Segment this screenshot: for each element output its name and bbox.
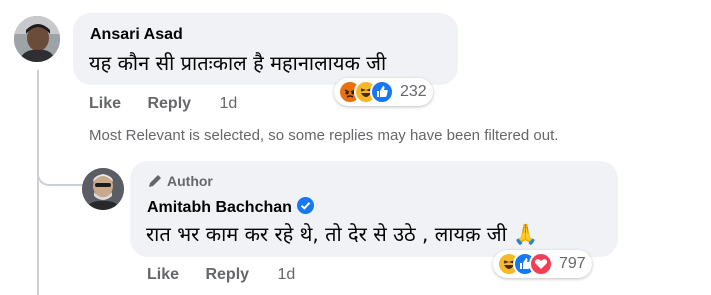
reply-reaction-count: 797 — [559, 255, 586, 272]
reply-actions: Like Reply 1d — [147, 266, 295, 284]
comment-timestamp[interactable]: 1d — [220, 95, 238, 113]
reply-author-name-text: Amitabh Bachchan — [147, 199, 292, 216]
comment-text: यह कौन सी प्रातःकाल है महानालायक जी — [89, 51, 387, 75]
comment-reactions[interactable]: 232 — [334, 78, 433, 106]
thread-line-vertical — [37, 70, 39, 295]
reply-reply-button[interactable]: Reply — [205, 266, 249, 284]
reply-timestamp[interactable]: 1d — [278, 266, 296, 284]
comment-reaction-count: 232 — [400, 83, 427, 100]
comment-like-button[interactable]: Like — [89, 95, 121, 113]
reply-reactions[interactable]: 797 — [493, 250, 592, 278]
avatar-photo-icon — [14, 16, 60, 62]
avatar-photo-icon — [82, 168, 124, 210]
pencil-icon — [149, 175, 161, 187]
author-badge: Author — [147, 173, 213, 189]
comment-actions: Like Reply 1d — [89, 95, 237, 113]
comment-author-name[interactable]: Ansari Asad — [90, 26, 183, 44]
reply-like-button[interactable]: Like — [147, 266, 179, 284]
verified-badge-icon — [296, 197, 314, 214]
comment-reply-button[interactable]: Reply — [147, 95, 191, 113]
author-badge-label: Author — [167, 173, 213, 189]
reply-text: रात भर काम कर रहे थे, तो देर से उठे , ला… — [146, 222, 539, 246]
thread-line-branch — [37, 166, 83, 186]
reply-author-name[interactable]: Amitabh Bachchan — [147, 197, 314, 217]
love-reaction-icon — [529, 252, 553, 276]
reply-author-avatar[interactable] — [82, 168, 124, 210]
commenter-avatar[interactable] — [14, 16, 60, 62]
filter-notice: Most Relevant is selected, so some repli… — [89, 127, 559, 144]
like-reaction-icon — [370, 80, 394, 104]
